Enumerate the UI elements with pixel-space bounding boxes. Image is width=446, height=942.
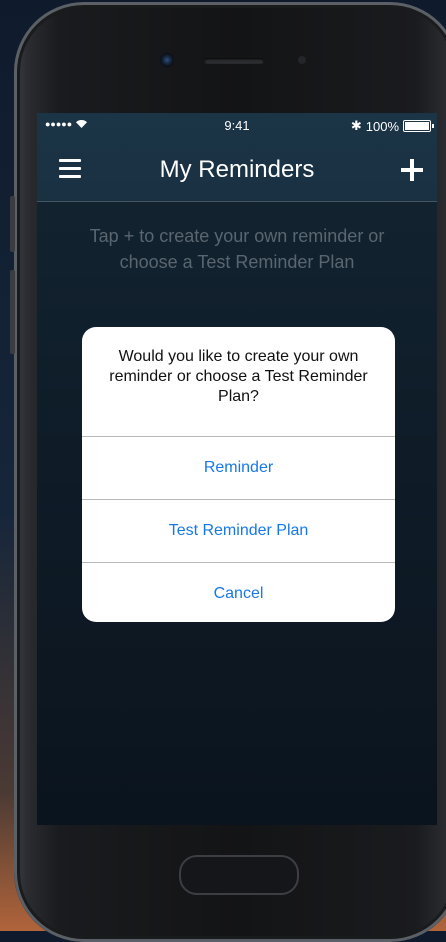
battery-icon [403, 120, 434, 132]
reminder-choice-alert: Would you like to create your own remind… [82, 327, 395, 622]
front-camera [160, 53, 174, 67]
bluetooth-icon: ✱ [350, 118, 362, 133]
cancel-button[interactable]: Cancel [82, 562, 395, 622]
alert-message: Would you like to create your own remind… [109, 348, 368, 405]
earpiece-speaker [204, 58, 264, 64]
page-title: My Reminders [159, 156, 315, 183]
add-icon[interactable] [401, 159, 423, 181]
battery-percent: 100% [365, 118, 399, 134]
test-reminder-plan-button[interactable]: Test Reminder Plan [82, 499, 395, 562]
navigation-bar: My Reminders [37, 139, 437, 202]
volume-up-button [10, 196, 15, 252]
reminder-button[interactable]: Reminder [82, 436, 395, 499]
status-right: ✱ 100% [350, 118, 434, 134]
proximity-sensor [298, 56, 306, 64]
status-bar: ●●●●● 9:41 ✱ 100% [37, 113, 437, 139]
volume-down-button [10, 270, 15, 354]
home-button[interactable] [179, 855, 299, 895]
